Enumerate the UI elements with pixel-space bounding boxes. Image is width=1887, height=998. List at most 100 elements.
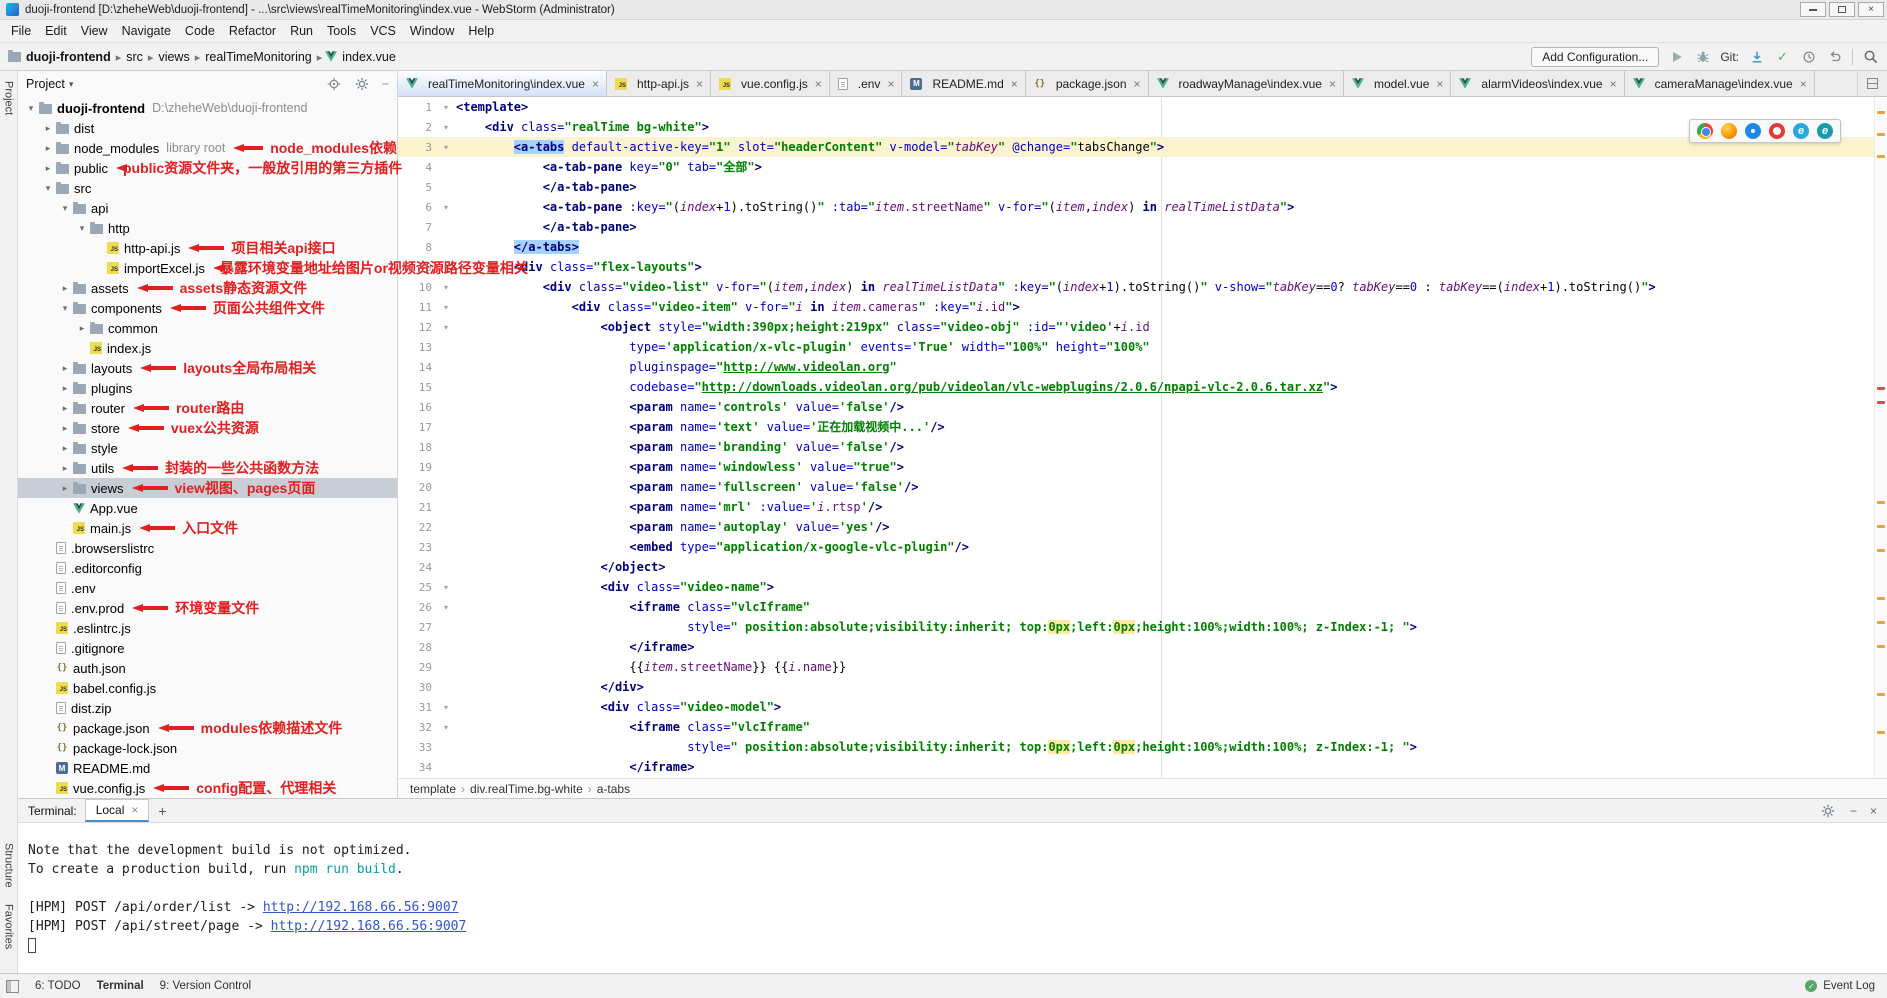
tree-item-auth.json[interactable]: {}auth.json [18,658,397,678]
add-configuration-button[interactable]: Add Configuration... [1531,47,1659,67]
code-line[interactable]: 30 </div> [398,677,1887,697]
menu-refactor[interactable]: Refactor [222,22,283,40]
tree-item-views[interactable]: ▸viewsview视图、pages页面 [18,478,397,498]
close-icon[interactable]: × [1329,77,1336,91]
code-line[interactable]: 34 </iframe> [398,757,1887,777]
debug-icon[interactable] [1694,48,1711,65]
code-line[interactable]: 15 codebase="http://downloads.videolan.o… [398,377,1887,397]
error-stripe-mark[interactable] [1877,597,1885,600]
close-icon[interactable]: × [1436,77,1443,91]
error-stripe-mark[interactable] [1877,133,1885,136]
code-line[interactable]: 33 style=" position:absolute;visibility:… [398,737,1887,757]
tree-item-nodemodules[interactable]: ▸node_moduleslibrary rootnode_modules依赖 [18,138,397,158]
editor-breadcrumb-item[interactable]: template [410,782,456,796]
git-update-icon[interactable] [1748,48,1765,65]
error-stripe-mark[interactable] [1877,731,1885,734]
close-icon[interactable]: × [696,77,703,91]
error-stripe-mark[interactable] [1877,111,1885,114]
chevron-down-icon[interactable]: ▾ [75,223,89,234]
code-line[interactable]: 17 <param name='text' value='正在加载视频中...'… [398,417,1887,437]
tree-item-.env[interactable]: .env [18,578,397,598]
code-line[interactable]: 29 {{item.streetName}} {{i.name}} [398,657,1887,677]
tree-item-store[interactable]: ▸storevuex公共资源 [18,418,397,438]
locate-file-icon[interactable] [326,76,343,93]
menu-help[interactable]: Help [461,22,501,40]
tree-item-dist.zip[interactable]: dist.zip [18,698,397,718]
chevron-right-icon[interactable]: ▸ [58,483,72,494]
close-icon[interactable]: × [592,77,599,91]
menu-code[interactable]: Code [178,22,222,40]
code-line[interactable]: 1▾<template> [398,97,1887,117]
chevron-right-icon[interactable]: ▸ [58,403,72,414]
menu-navigate[interactable]: Navigate [115,22,178,40]
code-line[interactable]: 22 <param name='autoplay' value='yes'/> [398,517,1887,537]
error-stripe-mark[interactable] [1877,693,1885,696]
code-line[interactable]: 9▾ <div class="flex-layouts"> [398,257,1887,277]
editor-tab-cameraManage-index.vue[interactable]: cameraManage\index.vue× [1625,71,1815,96]
status-item-event-log[interactable]: Event Log [1823,980,1875,992]
code-line[interactable]: 25▾ <div class="video-name"> [398,577,1887,597]
error-stripe-mark[interactable] [1877,621,1885,624]
code-line[interactable]: 4 <a-tab-pane key="0" tab="全部"> [398,157,1887,177]
tree-item-importExcel.js[interactable]: JSimportExcel.js暴露环境变量地址给图片or视频资源路径变量相关 [18,258,397,278]
close-icon[interactable]: × [815,77,822,91]
new-terminal-icon[interactable]: + [158,803,166,819]
tree-item-router[interactable]: ▸routerrouter路由 [18,398,397,418]
editor-breadcrumb-item[interactable]: div.realTime.bg-white [470,782,583,796]
code-line[interactable]: 26▾ <iframe class="vlcIframe" [398,597,1887,617]
menu-file[interactable]: File [4,22,38,40]
editor-tab-model.vue[interactable]: model.vue× [1344,71,1451,96]
editor-options-icon[interactable] [1867,78,1878,89]
menu-vcs[interactable]: VCS [363,22,403,40]
run-icon[interactable] [1668,48,1685,65]
code-line[interactable]: 3▾ <a-tabs default-active-key="1" slot="… [398,137,1887,157]
code-line[interactable]: 28 </iframe> [398,637,1887,657]
tree-item-vue.config.js[interactable]: JSvue.config.jsconfig配置、代理相关 [18,778,397,798]
code-line[interactable]: 20 <param name='fullscreen' value='false… [398,477,1887,497]
chevron-down-icon[interactable]: ▾ [24,103,38,114]
error-stripe-mark[interactable] [1877,645,1885,648]
tree-item-.editorconfig[interactable]: .editorconfig [18,558,397,578]
editor-tab-package.json[interactable]: {}package.json× [1026,71,1149,96]
close-icon[interactable]: × [887,77,894,91]
minimize-button[interactable] [1800,2,1826,17]
history-icon[interactable] [1800,48,1817,65]
code-line[interactable]: 12▾ <object style="width:390px;height:21… [398,317,1887,337]
tree-item-package-lock.json[interactable]: {}package-lock.json [18,738,397,758]
menu-view[interactable]: View [74,22,115,40]
error-stripe-mark[interactable] [1877,387,1885,390]
menu-run[interactable]: Run [283,22,320,40]
status-item-6-todo[interactable]: 6: TODO [35,980,81,992]
chevron-right-icon[interactable]: ▸ [58,383,72,394]
code-line[interactable]: 13 type='application/x-vlc-plugin' event… [398,337,1887,357]
maximize-button[interactable] [1829,2,1855,17]
tree-item-http-api.js[interactable]: JShttp-api.js项目相关api接口 [18,238,397,258]
editor-breadcrumb-item[interactable]: a-tabs [597,782,630,796]
error-stripe-mark[interactable] [1877,155,1885,158]
breadcrumb-item[interactable]: realTimeMonitoring [203,50,314,64]
tree-item-main.js[interactable]: JSmain.js入口文件 [18,518,397,538]
editor-tab-vue.config.js[interactable]: JSvue.config.js× [711,71,830,96]
chevron-right-icon[interactable]: ▸ [58,463,72,474]
tree-item-http[interactable]: ▾http [18,218,397,238]
code-editor[interactable]: 1▾<template>2▾ <div class="realTime bg-w… [398,97,1887,778]
menu-tools[interactable]: Tools [320,22,363,40]
chevron-right-icon[interactable]: ▸ [41,143,55,154]
tool-window-button-favorites[interactable]: Favorites [3,904,15,949]
editor-tab-alarmVideos-index.vue[interactable]: alarmVideos\index.vue× [1451,71,1624,96]
chevron-down-icon[interactable]: ▾ [58,203,72,214]
tree-item-.eslintrc.js[interactable]: JS.eslintrc.js [18,618,397,638]
tree-item-assets[interactable]: ▸assetsassets静态资源文件 [18,278,397,298]
terminal-link[interactable]: http://192.168.66.56:9007 [263,900,459,915]
rollback-icon[interactable] [1826,48,1843,65]
code-line[interactable]: 31▾ <div class="video-model"> [398,697,1887,717]
editor-tab-.env[interactable]: .env× [830,71,903,96]
code-line[interactable]: 8 </a-tabs> [398,237,1887,257]
ie-browser-icon[interactable]: e [1793,123,1809,139]
error-stripe-mark[interactable] [1877,501,1885,504]
chevron-down-icon[interactable]: ▾ [41,183,55,194]
close-icon[interactable]: × [1800,77,1807,91]
status-item-9-version-control[interactable]: 9: Version Control [160,980,251,992]
code-line[interactable]: 19 <param name='windowless' value="true"… [398,457,1887,477]
tool-window-button-structure[interactable]: Structure [3,843,15,888]
